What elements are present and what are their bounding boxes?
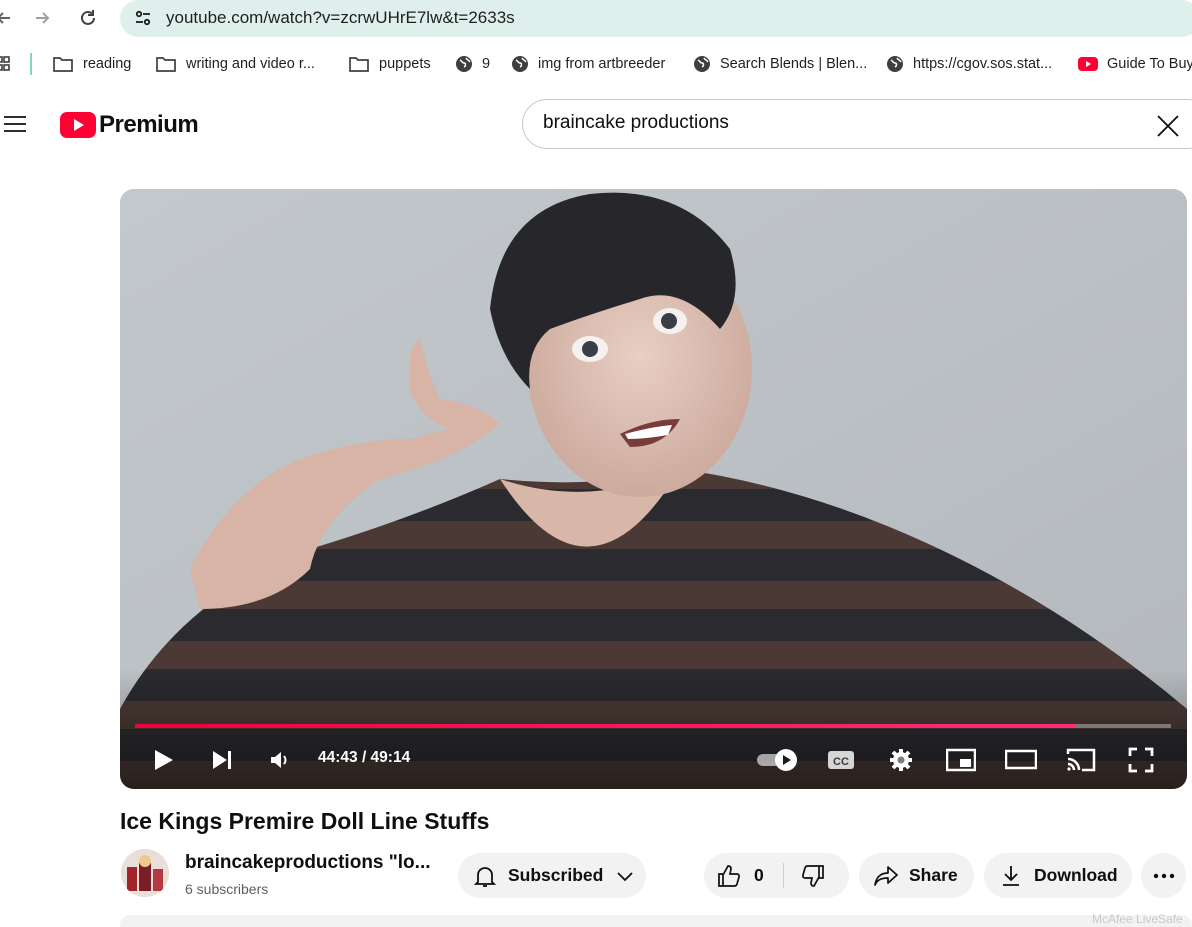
next-video-icon[interactable] [207, 746, 237, 774]
bookmarks-bar: reading writing and video r... puppets 9… [0, 40, 1192, 88]
folder-icon [53, 57, 73, 72]
share-label: Share [909, 865, 958, 885]
subscriber-count: 6 subscribers [185, 881, 269, 897]
cast-icon[interactable] [1064, 746, 1098, 774]
bookmark-artbreeder[interactable]: img from artbreeder [511, 54, 665, 74]
forward-icon[interactable] [28, 6, 56, 30]
bookmark-puppets[interactable]: puppets [348, 54, 431, 74]
bookmark-guide[interactable]: Guide To Buy [1078, 54, 1192, 74]
browser-toolbar: youtube.com/watch?v=zcrwUHrE7lw&t=2633s [0, 0, 1192, 40]
miniplayer-icon[interactable] [945, 746, 977, 774]
bookmark-reading[interactable]: reading [52, 54, 131, 74]
apps-icon[interactable] [0, 54, 19, 74]
fullscreen-icon[interactable] [1126, 746, 1156, 774]
globe-icon [456, 56, 472, 72]
youtube-play-logo-icon [60, 112, 96, 138]
like-dislike-group: 0 [704, 853, 849, 898]
search-input[interactable] [543, 112, 1123, 134]
video-player[interactable]: 44:43 / 49:14 CC [120, 189, 1187, 789]
more-actions-button[interactable] [1141, 853, 1186, 898]
address-bar[interactable]: youtube.com/watch?v=zcrwUHrE7lw&t=2633s [120, 0, 1192, 37]
video-title: Ice Kings Premire Doll Line Stuffs [120, 808, 490, 834]
thumbs-down-icon [802, 864, 824, 887]
globe-icon [512, 56, 528, 72]
download-icon [1003, 865, 1019, 886]
subscribed-button[interactable]: Subscribed [458, 853, 646, 898]
settings-gear-icon[interactable] [886, 746, 916, 774]
progress-fill [135, 724, 1076, 728]
volume-icon[interactable] [264, 746, 294, 774]
folder-icon [156, 57, 176, 72]
channel-avatar[interactable] [121, 849, 169, 897]
play-icon[interactable] [148, 746, 178, 774]
progress-bar[interactable] [135, 724, 1171, 728]
globe-icon [887, 56, 903, 72]
captions-icon[interactable]: CC [825, 746, 857, 774]
youtube-icon [1078, 57, 1098, 71]
folder-icon [349, 57, 369, 72]
search-box[interactable] [522, 99, 1192, 149]
svg-text:CC: CC [833, 756, 849, 768]
youtube-logo[interactable]: Premium [60, 110, 199, 140]
channel-name[interactable]: braincakeproductions "lo... [185, 852, 431, 874]
site-settings-icon[interactable] [132, 7, 154, 29]
bookmark-search-blends[interactable]: Search Blends | Blen... [693, 54, 867, 74]
like-divider [783, 863, 784, 888]
globe-icon [694, 56, 710, 72]
description-box-edge[interactable] [120, 915, 1192, 927]
bookmarks-divider [30, 53, 32, 75]
like-button[interactable]: 0 [704, 853, 784, 898]
chevron-down-icon [617, 871, 633, 881]
reload-icon[interactable] [74, 6, 102, 30]
logo-text: Premium [99, 111, 199, 138]
thumbs-up-icon [718, 864, 740, 887]
bookmark-9[interactable]: 9 [455, 54, 490, 74]
hamburger-menu-icon[interactable] [2, 112, 28, 136]
share-arrow-icon [874, 865, 898, 886]
bookmark-writing[interactable]: writing and video r... [155, 54, 315, 74]
dislike-button[interactable] [786, 853, 846, 898]
share-button[interactable]: Share [859, 853, 974, 898]
download-label: Download [1034, 865, 1118, 885]
like-count: 0 [754, 865, 764, 885]
bell-icon [473, 866, 497, 887]
subscribed-label: Subscribed [508, 865, 604, 885]
clear-search-icon[interactable] [1155, 113, 1181, 139]
bookmark-cgov[interactable]: https://cgov.sos.stat... [886, 54, 1052, 74]
autoplay-toggle[interactable] [756, 746, 800, 774]
download-button[interactable]: Download [984, 853, 1132, 898]
url-text[interactable]: youtube.com/watch?v=zcrwUHrE7lw&t=2633s [166, 8, 515, 28]
extension-overlay-text: McAfee LiveSafe [1092, 912, 1183, 926]
more-horizontal-icon [1153, 873, 1174, 878]
theater-mode-icon[interactable] [1005, 746, 1037, 774]
time-display: 44:43 / 49:14 [318, 749, 411, 766]
back-icon[interactable] [0, 6, 18, 30]
